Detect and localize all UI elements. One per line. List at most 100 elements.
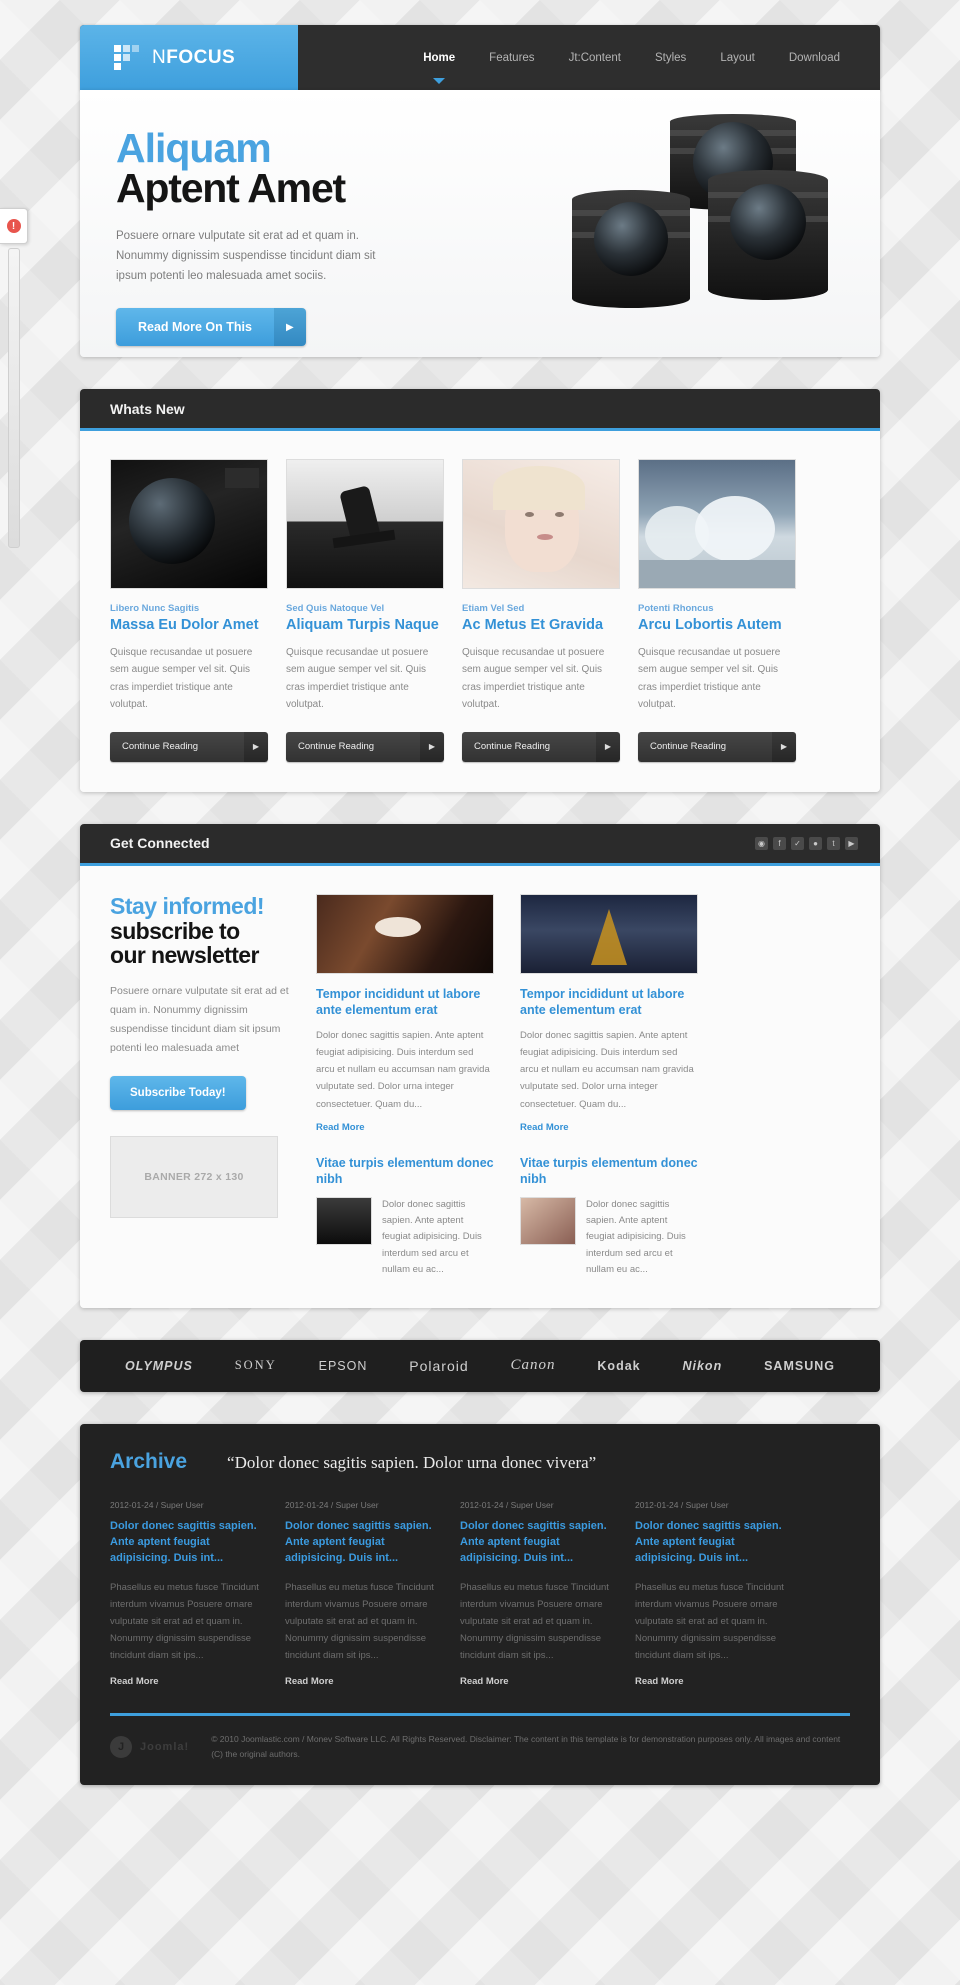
brand-nikon[interactable]: Nikon	[682, 1359, 722, 1373]
whats-new-panel: Whats New Libero Nunc Sagitis Massa Eu D…	[80, 389, 880, 792]
article-thumbnail[interactable]	[286, 459, 444, 589]
site-footer: J Joomla! © 2010 Joomlastic.com / Monev …	[110, 1713, 850, 1785]
archive-column-list: 2012-01-24 / Super User Dolor donec sagi…	[110, 1500, 850, 1713]
brand-canon[interactable]: Canon	[511, 1357, 556, 1374]
read-more-link[interactable]: Read More	[520, 1122, 569, 1133]
article-thumbnail[interactable]	[110, 459, 268, 589]
hero-slider: Aliquam Aptent Amet Posuere ornare vulpu…	[80, 90, 880, 357]
archive-item: 2012-01-24 / Super User Dolor donec sagi…	[285, 1500, 440, 1689]
archive-item: 2012-01-24 / Super User Dolor donec sagi…	[635, 1500, 790, 1689]
sub-article: Vitae turpis elementum donec nibh Dolor …	[520, 1155, 698, 1278]
sub-article-image[interactable]	[520, 1197, 576, 1246]
get-connected-header: Get Connected ◉ f ✓ ● t ▶	[80, 823, 880, 866]
newsletter-title-blue: Stay informed!	[110, 892, 265, 919]
article-card: Potenti Rhoncus Arcu Lobortis Autem Quis…	[638, 459, 796, 762]
article-image[interactable]	[520, 893, 698, 974]
newsletter-title-line2: subscribe to	[110, 917, 240, 944]
nav-item-layout[interactable]: Layout	[718, 48, 757, 68]
youtube-icon[interactable]: ▶	[845, 836, 858, 850]
archive-item: 2012-01-24 / Super User Dolor donec sagi…	[460, 1500, 615, 1689]
brand-polaroid[interactable]: Polaroid	[409, 1358, 468, 1374]
article-title[interactable]: Arcu Lobortis Autem	[638, 617, 796, 634]
twitter-icon[interactable]: ✓	[791, 836, 804, 850]
read-more-link[interactable]: Read More	[635, 1676, 684, 1687]
archive-item-text: Phasellus eu metus fusce Tincidunt inter…	[635, 1581, 784, 1662]
read-more-link[interactable]: Read More	[285, 1676, 334, 1687]
sub-article-title[interactable]: Vitae turpis elementum donec nibh	[316, 1155, 494, 1188]
archive-item-text: Phasellus eu metus fusce Tincidunt inter…	[110, 1581, 259, 1662]
rss-icon[interactable]: ◉	[755, 836, 768, 850]
hero-text: Aliquam Aptent Amet Posuere ornare vulpu…	[80, 90, 410, 347]
brand-kodak[interactable]: Kodak	[597, 1359, 640, 1373]
article-title[interactable]: Tempor incididunt ut labore ante element…	[316, 986, 494, 1019]
continue-reading-label: Continue Reading	[110, 731, 244, 762]
archive-meta: 2012-01-24 / Super User	[285, 1499, 379, 1510]
arrow-right-icon: ▶	[772, 731, 796, 762]
archive-item-title[interactable]: Dolor donec sagittis sapien. Ante aptent…	[285, 1519, 440, 1567]
banner-placeholder[interactable]: BANNER 272 x 130	[110, 1135, 278, 1218]
archive-meta: 2012-01-24 / Super User	[460, 1499, 554, 1510]
nav-item-home[interactable]: Home	[421, 48, 457, 84]
article-card-list: Libero Nunc Sagitis Massa Eu Dolor Amet …	[110, 459, 850, 762]
read-more-label: Read More On This	[116, 308, 274, 347]
sub-article: Vitae turpis elementum donec nibh Dolor …	[316, 1155, 494, 1278]
brand-strip: OLYMPUS SONY EPSON Polaroid Canon Kodak …	[80, 1339, 880, 1392]
arrow-right-icon: ▶	[273, 308, 306, 347]
sub-article-excerpt: Dolor donec sagittis sapien. Ante aptent…	[382, 1199, 482, 1275]
page-scroll-rail[interactable]	[8, 248, 20, 548]
read-more-link[interactable]: Read More	[316, 1122, 365, 1133]
feedback-tab[interactable]: !	[0, 208, 28, 244]
archive-item-title[interactable]: Dolor donec sagittis sapien. Ante aptent…	[110, 1519, 265, 1567]
read-more-link[interactable]: Read More	[110, 1676, 159, 1687]
newsletter-signup: Stay informed! subscribe to our newslett…	[110, 892, 290, 1278]
brand-sony[interactable]: SONY	[235, 1358, 277, 1373]
archive-item: 2012-01-24 / Super User Dolor donec sagi…	[110, 1500, 265, 1689]
article-title[interactable]: Massa Eu Dolor Amet	[110, 617, 268, 634]
continue-reading-button[interactable]: Continue Reading ▶	[462, 731, 620, 762]
brand-samsung[interactable]: SAMSUNG	[764, 1359, 835, 1373]
article-thumbnail[interactable]	[462, 459, 620, 589]
read-more-on-this-button[interactable]: Read More On This ▶	[116, 308, 306, 347]
hero-paragraph: Posuere ornare vulputate sit erat ad et …	[116, 229, 376, 283]
newsletter-column: Tempor incididunt ut labore ante element…	[520, 893, 698, 1278]
archive-item-title[interactable]: Dolor donec sagittis sapien. Ante aptent…	[635, 1519, 790, 1567]
article-title[interactable]: Ac Metus Et Gravida	[462, 617, 620, 634]
facebook-icon[interactable]: f	[773, 836, 786, 850]
archive-item-title[interactable]: Dolor donec sagittis sapien. Ante aptent…	[460, 1519, 615, 1567]
article-card: Sed Quis Natoque Vel Aliquam Turpis Naqu…	[286, 459, 444, 762]
whats-new-title: Whats New	[110, 400, 185, 417]
article-title[interactable]: Aliquam Turpis Naque	[286, 617, 444, 634]
archive-meta: 2012-01-24 / Super User	[635, 1499, 729, 1510]
archive-meta: 2012-01-24 / Super User	[110, 1499, 204, 1510]
article-image[interactable]	[316, 893, 494, 974]
sub-article-title[interactable]: Vitae turpis elementum donec nibh	[520, 1155, 698, 1188]
subscribe-today-button[interactable]: Subscribe Today!	[110, 1075, 246, 1110]
newsletter-title-line3: our newsletter	[110, 942, 259, 969]
brand-olympus[interactable]: OLYMPUS	[125, 1359, 193, 1373]
article-excerpt: Dolor donec sagittis sapien. Ante aptent…	[520, 1030, 694, 1110]
article-title[interactable]: Tempor incididunt ut labore ante element…	[520, 986, 698, 1019]
joomla-logo[interactable]: J Joomla!	[110, 1736, 189, 1759]
archive-title: Archive	[110, 1449, 188, 1473]
flickr-icon[interactable]: ●	[809, 836, 822, 850]
sub-article-image[interactable]	[316, 1197, 372, 1246]
brand-epson[interactable]: EPSON	[319, 1359, 368, 1373]
nav-item-styles[interactable]: Styles	[653, 48, 688, 68]
hero-lenses-image	[558, 112, 858, 332]
brand-logo[interactable]: NFOCUS	[80, 25, 298, 90]
continue-reading-button[interactable]: Continue Reading ▶	[110, 731, 268, 762]
continue-reading-button[interactable]: Continue Reading ▶	[638, 731, 796, 762]
nav-item-download[interactable]: Download	[787, 48, 842, 68]
get-connected-panel: Get Connected ◉ f ✓ ● t ▶ Stay informed!…	[80, 823, 880, 1308]
site-header: NFOCUS Home Features Jt:Content Styles L…	[80, 25, 880, 90]
nav-item-features[interactable]: Features	[487, 48, 536, 68]
article-excerpt: Quisque recusandae ut posuere sem augue …	[638, 646, 781, 711]
article-thumbnail[interactable]	[638, 459, 796, 589]
article-card: Etiam Vel Sed Ac Metus Et Gravida Quisqu…	[462, 459, 620, 762]
social-icon-list: ◉ f ✓ ● t ▶	[755, 836, 858, 850]
tumblr-icon[interactable]: t	[827, 836, 840, 850]
arrow-right-icon: ▶	[244, 731, 268, 762]
read-more-link[interactable]: Read More	[460, 1676, 509, 1687]
continue-reading-button[interactable]: Continue Reading ▶	[286, 731, 444, 762]
nav-item-jtcontent[interactable]: Jt:Content	[567, 48, 623, 68]
